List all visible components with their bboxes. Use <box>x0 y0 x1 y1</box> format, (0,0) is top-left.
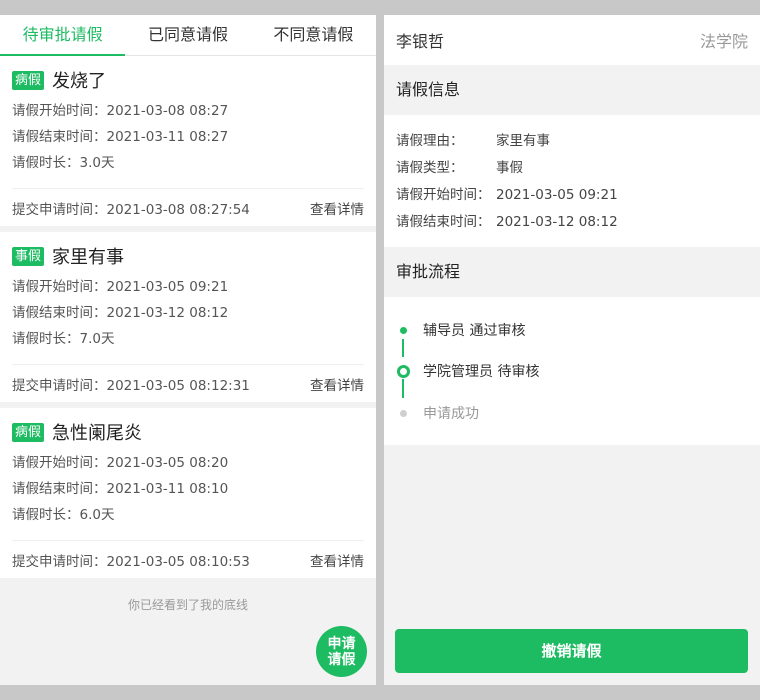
leave-info-heading: 请假信息 <box>396 80 461 99</box>
submit-time: 提交申请时间：2021-03-08 08:27:54 <box>12 198 250 218</box>
leave-start-value: 2021-03-05 09:21 <box>106 279 229 295</box>
flow-step-text: 辅导员 通过审核 <box>423 323 526 339</box>
submit-time-label: 提交申请时间： <box>12 201 107 218</box>
leave-detail-panel: 李银哲 法学院 请假信息 请假理由： 家里有事 请假类型： 事假 请假开始时间：… <box>384 15 760 685</box>
leave-card-footer: 提交申请时间：2021-03-05 08:12:31 查看详情 <box>12 364 364 402</box>
leave-title: 发烧了 <box>52 71 107 92</box>
leave-list-panel: 待审批请假 已同意请假 不同意请假 病假 发烧了 请假开始时间： 2021-03… <box>0 15 376 685</box>
leave-card-footer: 提交申请时间：2021-03-05 08:10:53 查看详情 <box>12 540 364 578</box>
approval-flow-heading: 审批流程 <box>396 262 461 281</box>
flow-step-success: 申请成功 <box>396 402 479 424</box>
view-detail-link[interactable]: 查看详情 <box>310 198 364 218</box>
leave-end-row: 请假结束时间： 2021-03-12 08:12 <box>12 300 364 326</box>
leave-start-row: 请假开始时间： 2021-03-05 08:20 <box>12 450 364 476</box>
leave-duration-label: 请假时长： <box>12 331 80 347</box>
submit-time-label: 提交申请时间： <box>12 377 107 394</box>
leave-duration-value: 3.0天 <box>79 155 115 171</box>
apply-leave-button[interactable]: 申请请假 <box>316 626 367 677</box>
view-detail-link[interactable]: 查看详情 <box>310 374 364 394</box>
leave-start-value: 2021-03-08 08:27 <box>106 103 229 119</box>
submit-time-value: 2021-03-05 08:10:53 <box>106 553 250 570</box>
leave-start-row: 请假开始时间： 2021-03-08 08:27 <box>12 98 364 124</box>
leave-duration-row: 请假时长： 3.0天 <box>12 150 364 176</box>
leave-end-value: 2021-03-12 08:12 <box>106 305 229 321</box>
leave-type-badge: 事假 <box>12 246 45 266</box>
info-row-end: 请假结束时间： 2021-03-12 08:12 <box>396 209 748 236</box>
submit-time-value: 2021-03-08 08:27:54 <box>106 201 250 218</box>
leave-start-row: 请假开始时间： 2021-03-05 09:21 <box>12 274 364 300</box>
info-value: 事假 <box>496 160 523 176</box>
info-value: 家里有事 <box>496 133 550 149</box>
tab-approved[interactable]: 已同意请假 <box>125 15 250 55</box>
leave-end-label: 请假结束时间： <box>12 129 107 145</box>
leave-end-row: 请假结束时间： 2021-03-11 08:10 <box>12 476 364 502</box>
info-value: 2021-03-12 08:12 <box>496 214 618 230</box>
leave-card: 事假 家里有事 请假开始时间： 2021-03-05 09:21 请假结束时间：… <box>0 232 376 402</box>
leave-duration-value: 7.0天 <box>79 331 115 347</box>
student-profile-bar: 李银哲 法学院 <box>384 15 760 65</box>
flow-step-text: 学院管理员 待审核 <box>423 364 540 380</box>
submit-time: 提交申请时间：2021-03-05 08:12:31 <box>12 374 250 394</box>
student-name: 李银哲 <box>396 32 445 51</box>
info-label: 请假结束时间： <box>396 214 491 230</box>
flow-step-college-admin: 学院管理员 待审核 <box>396 360 539 382</box>
info-value: 2021-03-05 09:21 <box>496 187 618 203</box>
approval-flow: 辅导员 通过审核 学院管理员 待审核 申请成功 <box>384 297 760 445</box>
leave-title: 家里有事 <box>52 247 125 268</box>
leave-type-badge: 病假 <box>12 422 45 442</box>
submit-time: 提交申请时间：2021-03-05 08:10:53 <box>12 550 250 570</box>
tab-pending[interactable]: 待审批请假 <box>0 15 126 56</box>
end-of-list-text: 你已经看到了我的底线 <box>127 598 248 612</box>
leave-end-value: 2021-03-11 08:10 <box>106 481 229 497</box>
leave-end-label: 请假结束时间： <box>12 481 107 497</box>
status-tabs: 待审批请假 已同意请假 不同意请假 <box>0 15 376 56</box>
leave-end-row: 请假结束时间： 2021-03-11 08:27 <box>12 124 364 150</box>
leave-type-badge: 病假 <box>12 70 45 90</box>
leave-start-label: 请假开始时间： <box>12 279 107 295</box>
tab-rejected[interactable]: 不同意请假 <box>251 15 376 55</box>
leave-duration-label: 请假时长： <box>12 155 80 171</box>
leave-duration-value: 6.0天 <box>79 507 115 523</box>
leave-duration-label: 请假时长： <box>12 507 80 523</box>
flow-connector <box>402 339 404 357</box>
leave-start-label: 请假开始时间： <box>12 103 107 119</box>
flow-step-current-icon <box>396 364 410 378</box>
leave-end-label: 请假结束时间： <box>12 305 107 321</box>
info-row-type: 请假类型： 事假 <box>396 155 748 182</box>
info-row-start: 请假开始时间： 2021-03-05 09:21 <box>396 182 748 209</box>
leave-card: 病假 急性阑尾炎 请假开始时间： 2021-03-05 08:20 请假结束时间… <box>0 408 376 578</box>
info-label: 请假类型： <box>396 160 464 176</box>
leave-info-block: 请假理由： 家里有事 请假类型： 事假 请假开始时间： 2021-03-05 0… <box>384 115 760 247</box>
info-label: 请假理由： <box>396 133 464 149</box>
student-college: 法学院 <box>699 32 748 51</box>
flow-step-done-icon <box>396 326 410 334</box>
view-detail-link[interactable]: 查看详情 <box>310 550 364 570</box>
leave-end-value: 2021-03-11 08:27 <box>106 129 229 145</box>
leave-start-value: 2021-03-05 08:20 <box>106 455 229 471</box>
leave-duration-row: 请假时长： 6.0天 <box>12 502 364 528</box>
leave-card: 病假 发烧了 请假开始时间： 2021-03-08 08:27 请假结束时间： … <box>0 56 376 226</box>
leave-card-footer: 提交申请时间：2021-03-08 08:27:54 查看详情 <box>12 188 364 226</box>
info-row-reason: 请假理由： 家里有事 <box>396 128 748 155</box>
flow-step-counselor: 辅导员 通过审核 <box>396 319 525 341</box>
info-label: 请假开始时间： <box>396 187 491 203</box>
leave-duration-row: 请假时长： 7.0天 <box>12 326 364 352</box>
leave-title: 急性阑尾炎 <box>52 423 143 444</box>
flow-step-pending-icon <box>396 409 410 417</box>
cancel-leave-button[interactable]: 撤销请假 <box>395 629 748 673</box>
submit-time-value: 2021-03-05 08:12:31 <box>106 377 250 394</box>
leave-start-label: 请假开始时间： <box>12 455 107 471</box>
submit-time-label: 提交申请时间： <box>12 553 107 570</box>
flow-step-text: 申请成功 <box>423 406 479 422</box>
